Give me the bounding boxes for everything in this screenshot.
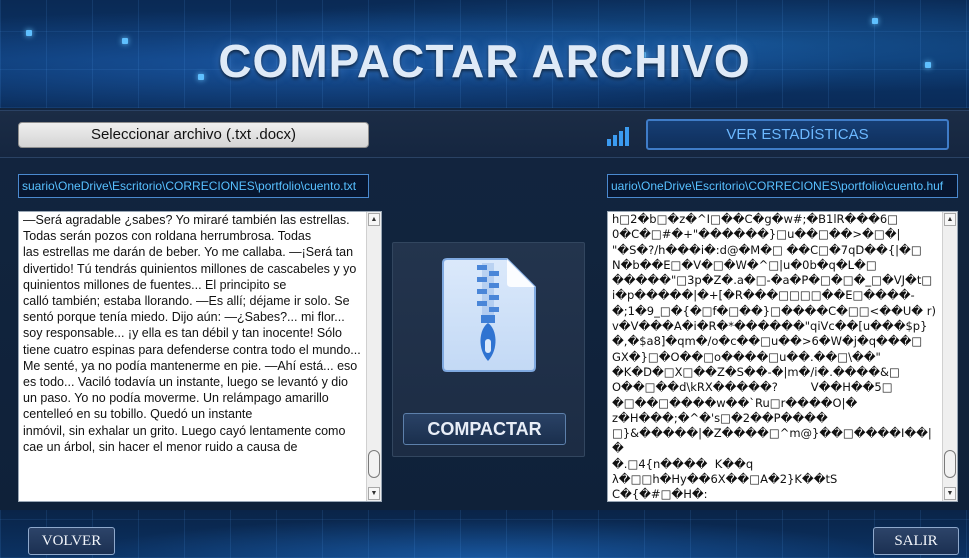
view-statistics-button[interactable]: VER ESTADÍSTICAS	[646, 119, 949, 150]
output-scrollbar[interactable]: ▲ ▼	[942, 212, 957, 501]
compact-panel: COMPACTAR	[392, 242, 585, 457]
zip-file-icon	[442, 258, 536, 372]
input-text-content: —Será agradable ¿sabes? Yo miraré tambié…	[23, 213, 361, 454]
output-file-path: uario\OneDrive\Escritorio\CORRECIONES\po…	[607, 174, 958, 198]
input-text-area[interactable]: —Será agradable ¿sabes? Yo miraré tambié…	[18, 211, 382, 502]
back-button[interactable]: VOLVER	[28, 527, 115, 555]
input-file-path-text: suario\OneDrive\Escritorio\CORRECIONES\p…	[22, 179, 357, 193]
scroll-thumb[interactable]	[368, 450, 380, 478]
toolbar: Seleccionar archivo (.txt .docx) VER EST…	[0, 110, 969, 158]
footer-background	[0, 510, 969, 558]
select-file-button[interactable]: Seleccionar archivo (.txt .docx)	[18, 122, 369, 148]
scroll-down-icon[interactable]: ▼	[368, 487, 380, 500]
circuit-dot	[872, 18, 878, 24]
page-title: COMPACTAR ARCHIVO	[218, 35, 751, 87]
compact-button[interactable]: COMPACTAR	[403, 413, 566, 445]
scroll-up-icon[interactable]: ▲	[944, 213, 956, 226]
input-scrollbar[interactable]: ▲ ▼	[366, 212, 381, 501]
input-file-path: suario\OneDrive\Escritorio\CORRECIONES\p…	[18, 174, 369, 198]
scroll-down-icon[interactable]: ▼	[944, 487, 956, 500]
output-file-path-text: uario\OneDrive\Escritorio\CORRECIONES\po…	[611, 179, 944, 193]
output-text-content: h□2�b□�z�^I□��C�g�w#;�B1lR���6□ 0�C�□#�+…	[612, 212, 936, 501]
scroll-thumb[interactable]	[944, 450, 956, 478]
output-text-area[interactable]: h□2�b□�z�^I□��C�g�w#;�B1lR���6□ 0�C�□#�+…	[607, 211, 958, 502]
scroll-up-icon[interactable]: ▲	[368, 213, 380, 226]
bar-chart-icon	[607, 127, 629, 146]
exit-button[interactable]: SALIR	[873, 527, 959, 555]
